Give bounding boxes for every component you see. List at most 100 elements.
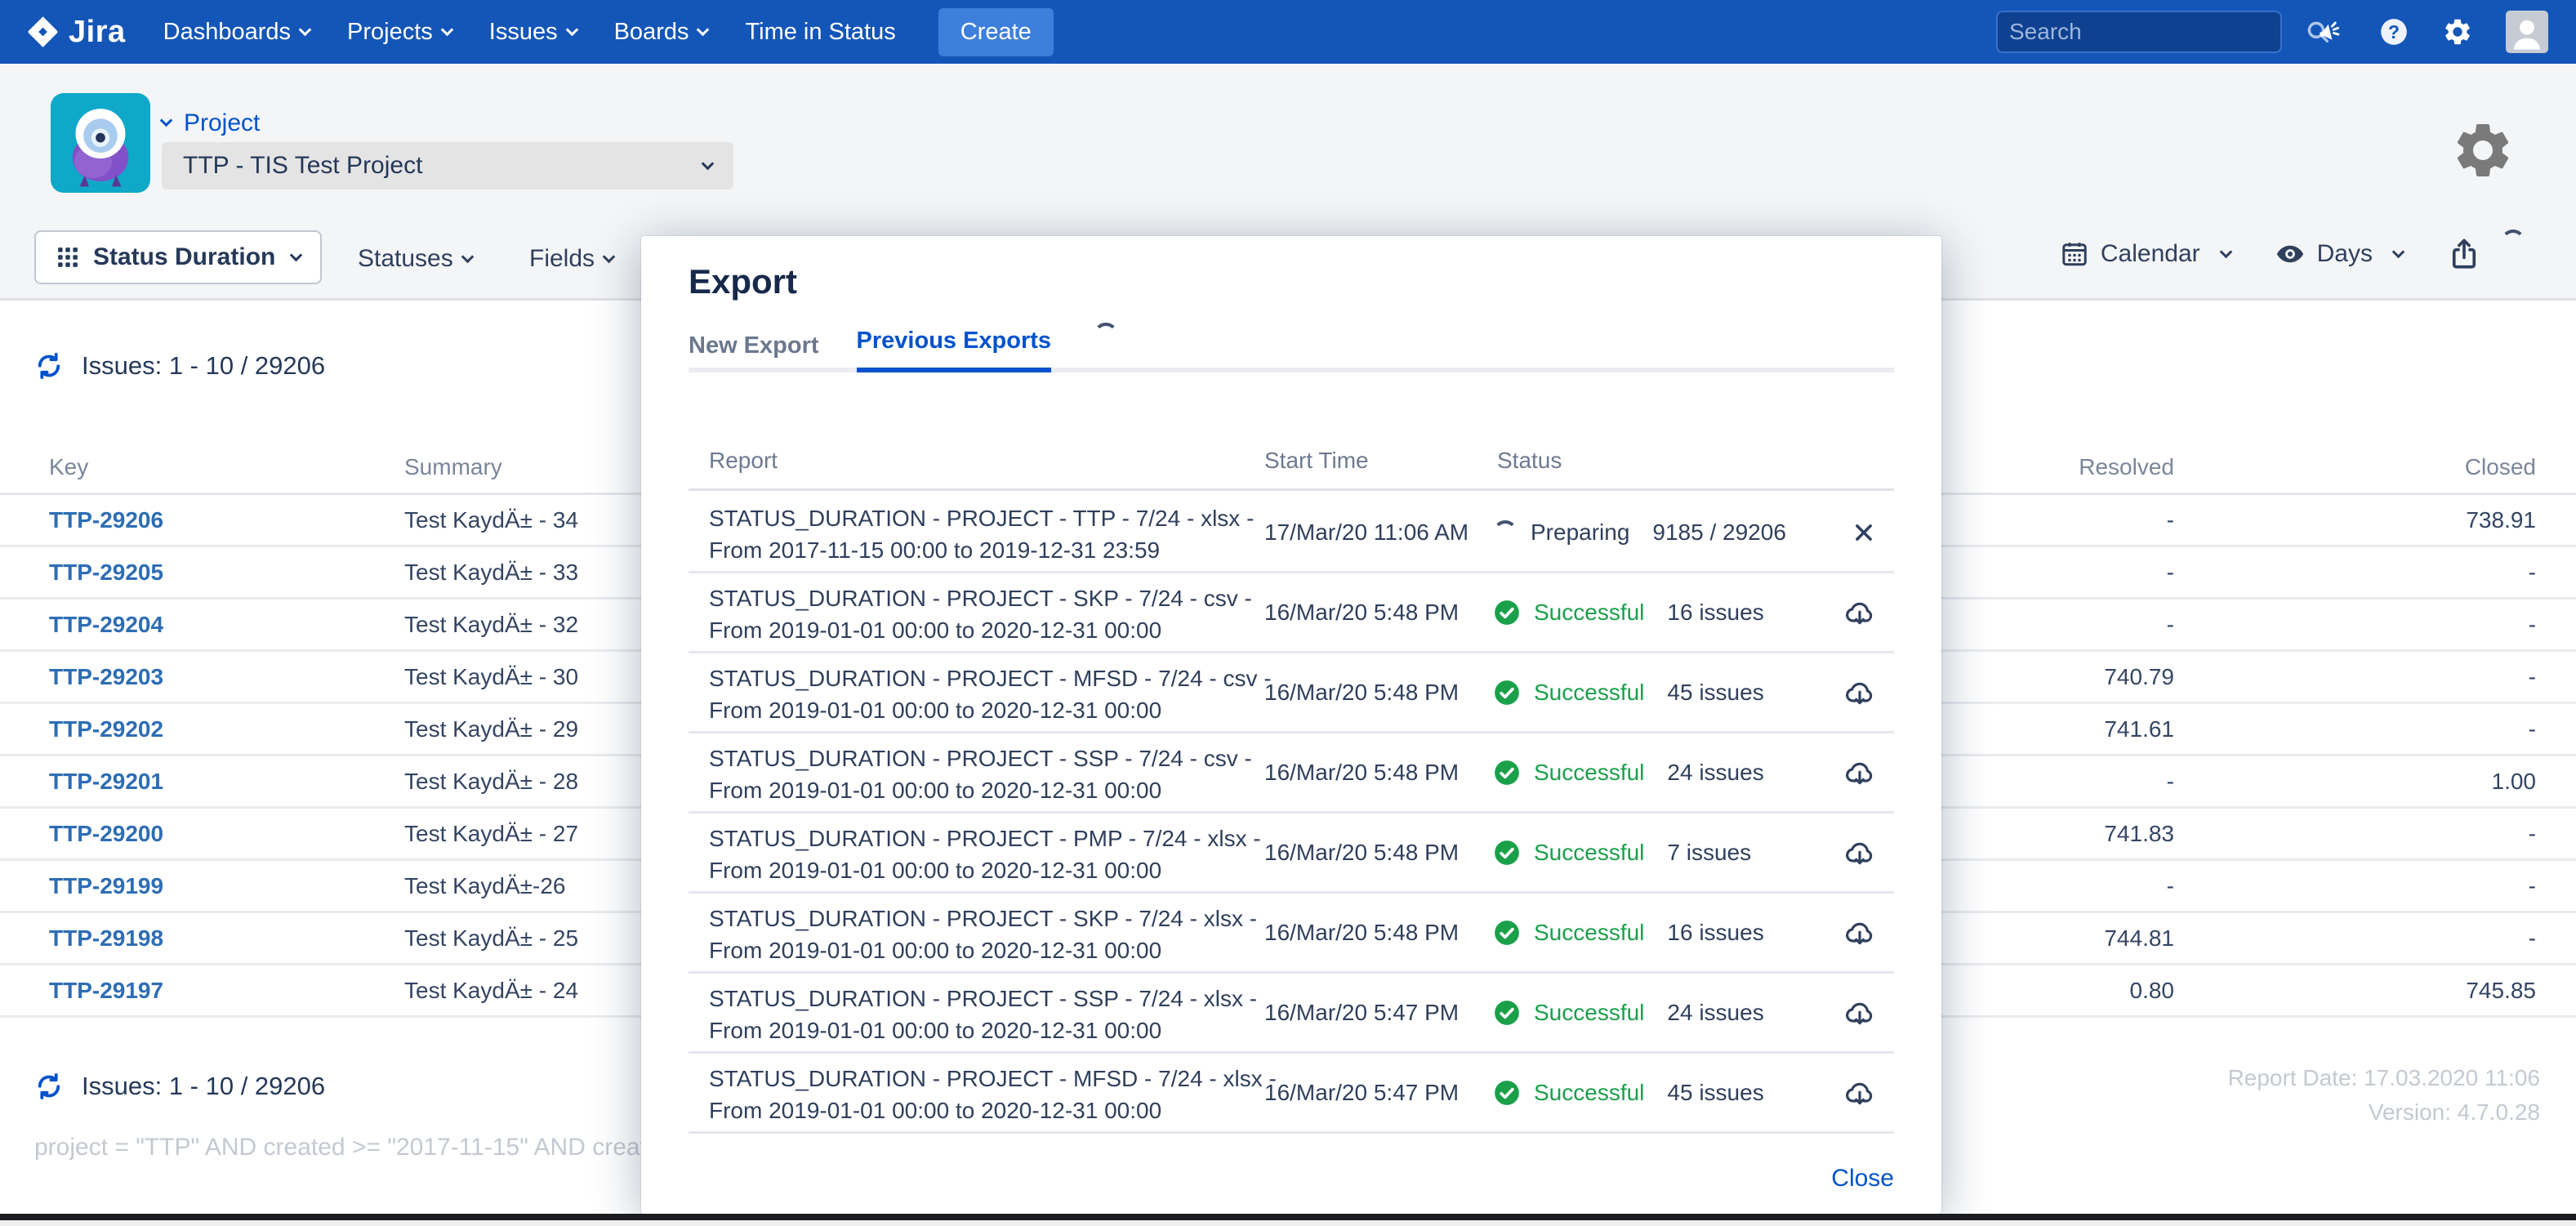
nav-boards[interactable]: Boards (614, 19, 708, 46)
download-button[interactable] (1843, 1054, 1876, 1131)
refresh-icon[interactable] (34, 351, 64, 381)
export-start-time: 16/Mar/20 5:48 PM (1264, 733, 1459, 811)
report-settings-gear-icon[interactable] (2450, 118, 2516, 183)
chevron-down-icon (2219, 245, 2232, 258)
exports-table-body: STATUS_DURATION - PROJECT - TTP - 7/24 -… (689, 493, 1894, 1134)
download-cloud-icon (1843, 916, 1876, 949)
issue-closed-value: - (2529, 560, 2536, 586)
download-button[interactable] (1843, 733, 1876, 811)
column-header-closed: Closed (2465, 454, 2536, 480)
nav-issues[interactable]: Issues (489, 19, 577, 46)
export-start-time: 16/Mar/20 5:47 PM (1264, 974, 1459, 1051)
export-report-name: STATUS_DURATION - PROJECT - MFSD - 7/24 … (709, 662, 1272, 726)
report-type-label: Status Duration (93, 243, 275, 271)
issue-key-link[interactable]: TTP-29201 (49, 769, 163, 795)
issue-key-link[interactable]: TTP-29199 (49, 873, 163, 899)
export-issue-count: 16 issues (1667, 600, 1763, 626)
download-button[interactable] (1843, 653, 1876, 731)
issue-key-link[interactable]: TTP-29206 (49, 507, 163, 533)
issue-summary: Test KaydÄ± - 33 (404, 560, 578, 586)
export-report-name: STATUS_DURATION - PROJECT - PMP - 7/24 -… (709, 823, 1261, 886)
project-select[interactable]: TTP - TIS Test Project (162, 142, 733, 189)
chevron-down-icon (299, 23, 312, 36)
download-button[interactable] (1843, 573, 1876, 651)
export-report-name: STATUS_DURATION - PROJECT - TTP - 7/24 -… (709, 502, 1254, 566)
download-button[interactable] (1843, 814, 1876, 891)
export-progress: 9185 / 29206 (1652, 519, 1786, 546)
export-status: Successful 7 issues (1493, 814, 1751, 891)
download-cloud-icon (1843, 996, 1876, 1029)
window-bottom-edge (0, 1214, 2576, 1220)
success-check-icon (1493, 759, 1521, 787)
export-row: STATUS_DURATION - PROJECT - TTP - 7/24 -… (689, 493, 1894, 573)
issue-resolved-value: 744.81 (2104, 925, 2174, 952)
export-row: STATUS_DURATION - PROJECT - SSP - 7/24 -… (689, 974, 1894, 1054)
issue-key-link[interactable]: TTP-29205 (49, 560, 163, 586)
dialog-title: Export (689, 262, 797, 301)
fields-dropdown[interactable]: Fields (529, 245, 613, 273)
exports-table-header: Report Start Time Status (689, 432, 1894, 491)
export-button[interactable] (2447, 237, 2525, 271)
column-header-report: Report (709, 448, 778, 474)
top-navbar: Jira Dashboards Projects Issues Boards T… (0, 0, 2576, 64)
success-check-icon (1493, 1079, 1521, 1107)
gear-icon[interactable] (2442, 16, 2473, 47)
export-status: Successful 24 issues (1493, 733, 1764, 811)
search-box[interactable] (1996, 11, 2282, 53)
issue-closed-value: 1.00 (2492, 769, 2537, 795)
issue-key-link[interactable]: TTP-29203 (49, 664, 163, 690)
issue-closed-value: 745.85 (2466, 978, 2536, 1004)
export-issue-count: 45 issues (1667, 1080, 1763, 1106)
export-report-name: STATUS_DURATION - PROJECT - SSP - 7/24 -… (709, 742, 1252, 806)
tab-new-export[interactable]: New Export (689, 332, 819, 372)
export-row: STATUS_DURATION - PROJECT - MFSD - 7/24 … (689, 653, 1894, 733)
success-check-icon (1493, 839, 1521, 867)
search-input[interactable] (2009, 19, 2304, 45)
jira-logo-text: Jira (69, 15, 126, 50)
jira-logo[interactable]: Jira (25, 14, 126, 50)
export-issue-count: 24 issues (1667, 1000, 1763, 1026)
export-start-time: 16/Mar/20 5:48 PM (1264, 653, 1459, 731)
tab-previous-exports[interactable]: Previous Exports (857, 328, 1052, 372)
statuses-dropdown[interactable]: Statuses (358, 245, 472, 273)
issue-key-link[interactable]: TTP-29197 (49, 978, 163, 1004)
help-icon[interactable]: ? (2378, 16, 2409, 47)
issue-key-link[interactable]: TTP-29198 (49, 925, 163, 952)
chevron-down-icon (603, 250, 616, 263)
issue-key-link[interactable]: TTP-29202 (49, 716, 163, 742)
export-issue-count: 24 issues (1667, 760, 1763, 786)
issues-count-label: Issues: 1 - 10 / 29206 (82, 1072, 325, 1101)
issue-resolved-value: - (2167, 560, 2174, 586)
issue-resolved-value: - (2167, 612, 2174, 638)
issue-resolved-value: 740.79 (2104, 664, 2174, 690)
cancel-export-button[interactable] (1852, 493, 1876, 571)
export-status: Successful 16 issues (1493, 573, 1764, 651)
issue-key-link[interactable]: TTP-29204 (49, 612, 163, 638)
export-status: Preparing 9185 / 29206 (1493, 493, 1786, 571)
nav-dashboards[interactable]: Dashboards (163, 19, 310, 46)
close-button[interactable]: Close (1831, 1165, 1894, 1193)
nav-projects[interactable]: Projects (347, 19, 452, 46)
calendar-dropdown[interactable]: Calendar (2060, 239, 2231, 269)
nav-time-in-status[interactable]: Time in Status (745, 19, 895, 46)
export-issue-count: 16 issues (1667, 920, 1763, 946)
announcements-icon[interactable] (2315, 16, 2346, 47)
days-dropdown[interactable]: Days (2275, 239, 2403, 270)
download-button[interactable] (1843, 894, 1876, 971)
issue-key-link[interactable]: TTP-29200 (49, 821, 163, 847)
issues-count-footer: Issues: 1 - 10 / 29206 (34, 1072, 325, 1101)
project-section-toggle[interactable]: Project (162, 109, 260, 137)
refresh-icon[interactable] (34, 1072, 64, 1101)
grid-icon (56, 245, 80, 270)
download-button[interactable] (1843, 974, 1876, 1051)
chevron-down-icon (702, 157, 715, 170)
report-type-selector[interactable]: Status Duration (34, 230, 322, 284)
column-header-key: Key (49, 454, 88, 480)
preparing-spinner (1493, 520, 1518, 545)
user-avatar[interactable] (2506, 11, 2548, 53)
issue-summary: Test KaydÄ± - 30 (404, 664, 578, 690)
column-header-summary: Summary (404, 454, 502, 480)
create-button[interactable]: Create (938, 8, 1054, 56)
export-status: Successful 16 issues (1493, 894, 1764, 971)
export-start-time: 16/Mar/20 5:48 PM (1264, 894, 1459, 971)
